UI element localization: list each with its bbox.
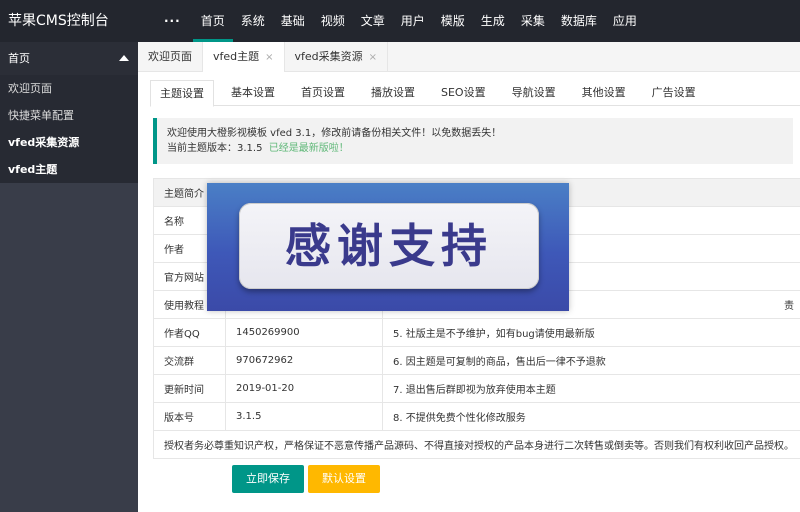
save-button[interactable]: 立即保存 bbox=[232, 465, 304, 493]
nav-item-collect[interactable]: 采集 bbox=[513, 0, 553, 42]
top-nav: ··· 首页 系统 基础 视频 文章 用户 模版 生成 采集 数据库 应用 bbox=[158, 0, 645, 42]
nav-item-template[interactable]: 模版 bbox=[433, 0, 473, 42]
tab-other-settings[interactable]: 其他设置 bbox=[573, 80, 635, 106]
row-note: 5. 社版主是不予维护，如有bug请使用最新版 bbox=[382, 318, 800, 347]
notice-box: 欢迎使用大橙影视模板 vfed 3.1，修改前请备份相关文件！以免数据丢失！ 当… bbox=[153, 118, 793, 164]
settings-tabs: 主题设置 基本设置 首页设置 播放设置 SEO设置 导航设置 其他设置 广告设置 bbox=[150, 80, 800, 107]
nav-more-button[interactable]: ··· bbox=[158, 0, 193, 42]
tab-ad-settings[interactable]: 广告设置 bbox=[643, 80, 705, 106]
tab-vfed-collect[interactable]: vfed采集资源 × bbox=[285, 42, 389, 72]
sidebar-submenu: 欢迎页面 快捷菜单配置 vfed采集资源 vfed主题 bbox=[0, 75, 138, 183]
row-value: 1450269900 bbox=[225, 318, 383, 347]
sidebar-item-vfed-theme[interactable]: vfed主题 bbox=[0, 156, 138, 183]
nav-item-system[interactable]: 系统 bbox=[233, 0, 273, 42]
tab-seo-settings[interactable]: SEO设置 bbox=[432, 80, 495, 106]
sidebar-group-home[interactable]: 首页 bbox=[0, 42, 138, 75]
table-footer-row: 授权者务必尊重知识产权，严格保证不恶意传播产品源码、不得直接对授权的产品本身进行… bbox=[153, 430, 800, 459]
tab-nav-settings[interactable]: 导航设置 bbox=[503, 80, 565, 106]
sidebar: 首页 欢迎页面 快捷菜单配置 vfed采集资源 vfed主题 bbox=[0, 42, 138, 512]
row-label: 交流群 bbox=[153, 346, 226, 375]
nav-item-apps[interactable]: 应用 bbox=[605, 0, 645, 42]
reset-defaults-button[interactable]: 默认设置 bbox=[308, 465, 380, 493]
row-note: 6. 因主题是可复制的商品，售出后一律不予退款 bbox=[382, 346, 800, 375]
nav-item-video[interactable]: 视频 bbox=[313, 0, 353, 42]
tab-play-settings[interactable]: 播放设置 bbox=[362, 80, 424, 106]
version-status: 已经是最新版啦！ bbox=[268, 143, 349, 154]
sidebar-group-label: 首页 bbox=[8, 52, 30, 65]
sidebar-item-vfed-collect[interactable]: vfed采集资源 bbox=[0, 129, 138, 156]
tab-label: 欢迎页面 bbox=[148, 50, 192, 63]
row-label: 版本号 bbox=[153, 402, 226, 431]
nav-item-article[interactable]: 文章 bbox=[353, 0, 393, 42]
row-value: 970672962 bbox=[225, 346, 383, 375]
table-row: 版本号 3.1.5 8. 不提供免费个性化修改服务 bbox=[153, 402, 800, 431]
tab-vfed-theme[interactable]: vfed主题 × bbox=[203, 42, 285, 72]
tab-basic-settings[interactable]: 基本设置 bbox=[222, 80, 284, 106]
app-title[interactable]: 苹果CMS控制台 bbox=[8, 0, 109, 42]
nav-item-home[interactable]: 首页 bbox=[192, 0, 233, 42]
page-tab-bar: 欢迎页面 vfed主题 × vfed采集资源 × bbox=[138, 42, 800, 72]
top-header: 苹果CMS控制台 ··· 首页 系统 基础 视频 文章 用户 模版 生成 采集 … bbox=[0, 0, 800, 42]
close-icon[interactable]: × bbox=[265, 52, 273, 63]
nav-item-database[interactable]: 数据库 bbox=[553, 0, 605, 42]
close-icon[interactable]: × bbox=[369, 52, 377, 63]
sidebar-item-quick-menu[interactable]: 快捷菜单配置 bbox=[0, 102, 138, 129]
table-row: 更新时间 2019-01-20 7. 退出售后群即视为放弃使用本主题 bbox=[153, 374, 800, 403]
license-notice: 授权者务必尊重知识产权，严格保证不恶意传播产品源码、不得直接对授权的产品本身进行… bbox=[153, 430, 800, 459]
table-row: 作者QQ 1450269900 5. 社版主是不予维护，如有bug请使用最新版 bbox=[153, 318, 800, 347]
row-value: 3.1.5 bbox=[225, 402, 383, 431]
notice-line-1: 欢迎使用大橙影视模板 vfed 3.1，修改前请备份相关文件！以免数据丢失！ bbox=[167, 128, 502, 139]
row-label: 作者QQ bbox=[153, 318, 226, 347]
sidebar-item-welcome[interactable]: 欢迎页面 bbox=[0, 75, 138, 102]
thanks-watermark: 感谢支持 bbox=[207, 183, 569, 311]
row-label: 更新时间 bbox=[153, 374, 226, 403]
table-row: 交流群 970672962 6. 因主题是可复制的商品，售出后一律不予退款 bbox=[153, 346, 800, 375]
row-note: 8. 不提供免费个性化修改服务 bbox=[382, 402, 800, 431]
caret-up-icon bbox=[119, 55, 129, 61]
row-value: 2019-01-20 bbox=[225, 374, 383, 403]
tab-home-settings[interactable]: 首页设置 bbox=[292, 80, 354, 106]
row-note: 7. 退出售后群即视为放弃使用本主题 bbox=[382, 374, 800, 403]
version-text: 当前主题版本：3.1.5 bbox=[167, 143, 263, 154]
watermark-plate: 感谢支持 bbox=[239, 203, 539, 289]
tab-theme-settings[interactable]: 主题设置 bbox=[150, 80, 214, 107]
tab-label: vfed采集资源 bbox=[294, 50, 363, 63]
tab-welcome[interactable]: 欢迎页面 bbox=[138, 42, 203, 72]
tab-label: vfed主题 bbox=[213, 50, 260, 63]
nav-item-user[interactable]: 用户 bbox=[393, 0, 433, 42]
nav-item-basic[interactable]: 基础 bbox=[273, 0, 313, 42]
watermark-text: 感谢支持 bbox=[285, 219, 493, 273]
nav-item-generate[interactable]: 生成 bbox=[473, 0, 513, 42]
notice-line-2: 当前主题版本：3.1.5 已经是最新版啦！ bbox=[167, 141, 783, 156]
